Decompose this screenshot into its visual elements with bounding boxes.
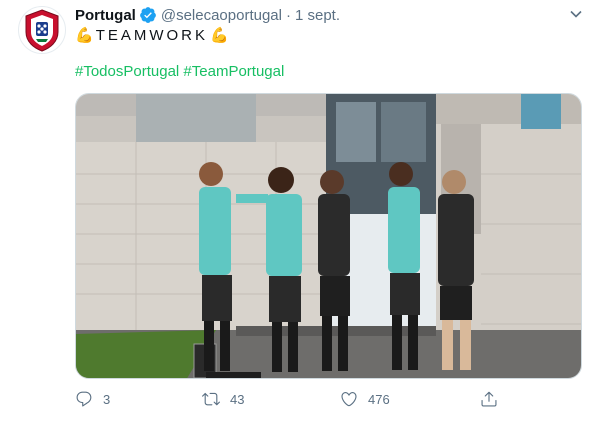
share-icon bbox=[481, 391, 497, 407]
team-photo-image bbox=[76, 94, 581, 378]
reply-icon bbox=[76, 391, 92, 407]
hashtag-link[interactable]: #TeamPortugal bbox=[183, 63, 284, 80]
retweet-count: 43 bbox=[230, 391, 245, 407]
separator-dot: · bbox=[285, 6, 291, 24]
handle[interactable]: @selecaoportugal bbox=[161, 7, 282, 24]
tweet-text: 💪 TEAMWORK 💪 bbox=[75, 25, 229, 45]
tweet-actions: 3 43 476 bbox=[75, 387, 505, 411]
flexed-biceps-icon: 💪 bbox=[210, 27, 229, 44]
avatar[interactable] bbox=[18, 6, 66, 54]
tweet-photo[interactable] bbox=[75, 93, 582, 379]
retweet-icon bbox=[202, 392, 220, 406]
display-name[interactable]: Portugal bbox=[75, 7, 136, 24]
verified-icon bbox=[139, 6, 157, 24]
timestamp[interactable]: 1 sept. bbox=[295, 7, 340, 24]
chevron-down-icon bbox=[570, 10, 582, 18]
tweet-header: Portugal @selecaoportugal · 1 sept. bbox=[75, 5, 340, 25]
reply-count: 3 bbox=[103, 391, 111, 407]
hashtag-line: #TodosPortugal #TeamPortugal bbox=[75, 63, 284, 80]
hashtag-link[interactable]: #TodosPortugal bbox=[75, 63, 179, 80]
like-icon bbox=[341, 392, 357, 407]
reply-button[interactable]: 3 bbox=[75, 387, 110, 411]
more-options-button[interactable] bbox=[566, 4, 586, 24]
retweet-button[interactable]: 43 bbox=[202, 387, 244, 411]
tweet[interactable]: Portugal @selecaoportugal · 1 sept. 💪 TE… bbox=[0, 0, 601, 423]
share-button[interactable] bbox=[480, 387, 498, 411]
tweet-body: TEAMWORK bbox=[95, 26, 209, 44]
like-count: 476 bbox=[368, 391, 390, 407]
flexed-biceps-icon: 💪 bbox=[75, 27, 94, 44]
like-button[interactable]: 476 bbox=[340, 387, 390, 411]
federation-crest-icon bbox=[25, 9, 59, 52]
